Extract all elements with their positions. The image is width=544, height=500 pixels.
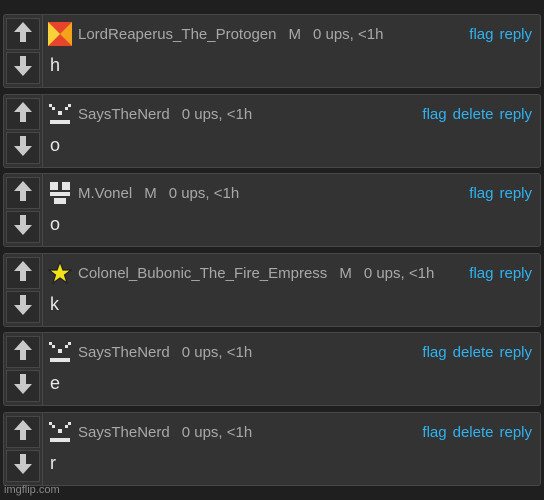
comment-meta: 0 ups, <1h	[312, 25, 384, 43]
username[interactable]: Colonel_Bubonic_The_Fire_Empress	[78, 265, 327, 282]
delete-link[interactable]: delete	[453, 106, 494, 123]
avatar[interactable]	[48, 420, 72, 444]
comment-meta: 0 ups, <1h	[181, 423, 253, 441]
mod-badge: M	[144, 184, 157, 202]
username[interactable]: SaysTheNerd	[78, 424, 170, 441]
flag-link[interactable]: flag	[469, 265, 493, 282]
comment-header: LordReaperus_The_Protogen M 0 ups, <1h f…	[48, 22, 532, 46]
username[interactable]: SaysTheNerd	[78, 344, 170, 361]
watermark: imgflip.com	[4, 484, 60, 496]
arrow-up-icon	[13, 419, 33, 446]
downvote-button[interactable]	[6, 211, 40, 243]
avatar[interactable]	[47, 260, 73, 285]
flag-link[interactable]: flag	[422, 106, 446, 123]
comment-text: e	[50, 373, 61, 393]
downvote-button[interactable]	[6, 52, 40, 84]
vote-column	[4, 174, 43, 246]
comment-text: o	[50, 135, 61, 155]
upvote-button[interactable]	[6, 177, 40, 209]
vote-column	[4, 413, 43, 485]
username[interactable]: LordReaperus_The_Protogen	[78, 26, 276, 43]
comment: Colonel_Bubonic_The_Fire_Empress M 0 ups…	[3, 253, 541, 327]
avatar[interactable]	[48, 181, 72, 205]
comment-meta: 0 ups, <1h	[181, 343, 253, 361]
arrow-down-icon	[13, 135, 33, 162]
arrow-down-icon	[13, 373, 33, 400]
arrow-down-icon	[13, 214, 33, 241]
reply-link[interactable]: reply	[499, 26, 532, 43]
upvote-button[interactable]	[6, 336, 40, 368]
downvote-button[interactable]	[6, 370, 40, 402]
reply-link[interactable]: reply	[499, 424, 532, 441]
comment-actions: flag delete reply	[422, 106, 532, 123]
comment-meta: 0 ups, <1h	[181, 105, 253, 123]
username[interactable]: SaysTheNerd	[78, 106, 170, 123]
flag-link[interactable]: flag	[469, 26, 493, 43]
vote-column	[4, 95, 43, 167]
comment-text: k	[50, 294, 59, 314]
flag-link[interactable]: flag	[422, 424, 446, 441]
reply-link[interactable]: reply	[499, 106, 532, 123]
flag-link[interactable]: flag	[422, 344, 446, 361]
delete-link[interactable]: delete	[453, 344, 494, 361]
upvote-button[interactable]	[6, 98, 40, 130]
delete-link[interactable]: delete	[453, 424, 494, 441]
comment-actions: flag delete reply	[422, 424, 532, 441]
arrow-up-icon	[13, 180, 33, 207]
arrow-down-icon	[13, 55, 33, 82]
reply-link[interactable]: reply	[499, 185, 532, 202]
downvote-button[interactable]	[6, 450, 40, 482]
comment: LordReaperus_The_Protogen M 0 ups, <1h f…	[3, 14, 541, 88]
arrow-up-icon	[13, 339, 33, 366]
comment: M.Vonel M 0 ups, <1h flag reply o	[3, 173, 541, 247]
comment: SaysTheNerd 0 ups, <1h flag delete reply o	[3, 94, 541, 168]
avatar[interactable]	[48, 102, 72, 126]
reply-link[interactable]: reply	[499, 265, 532, 282]
upvote-button[interactable]	[6, 416, 40, 448]
comment-actions: flag reply	[469, 26, 532, 43]
username[interactable]: M.Vonel	[78, 185, 132, 202]
arrow-up-icon	[13, 101, 33, 128]
vote-column	[4, 254, 43, 326]
comment-text: o	[50, 214, 61, 234]
flag-link[interactable]: flag	[469, 185, 493, 202]
arrow-up-icon	[13, 21, 33, 48]
comment-text: h	[50, 55, 61, 75]
comment-header: Colonel_Bubonic_The_Fire_Empress M 0 ups…	[47, 260, 532, 285]
reply-link[interactable]: reply	[499, 344, 532, 361]
comment: SaysTheNerd 0 ups, <1h flag delete reply e	[3, 332, 541, 406]
comment-header: SaysTheNerd 0 ups, <1h flag delete reply	[48, 102, 532, 126]
avatar[interactable]	[48, 22, 72, 46]
comment-actions: flag reply	[469, 265, 532, 282]
mod-badge: M	[288, 25, 301, 43]
vote-column	[4, 333, 43, 405]
arrow-up-icon	[13, 260, 33, 287]
arrow-down-icon	[13, 453, 33, 480]
comment-actions: flag delete reply	[422, 344, 532, 361]
comment-header: M.Vonel M 0 ups, <1h flag reply	[48, 181, 532, 205]
upvote-button[interactable]	[6, 257, 40, 289]
comment-meta: 0 ups, <1h	[363, 264, 435, 282]
mod-badge: M	[339, 264, 352, 282]
comment: SaysTheNerd 0 ups, <1h flag delete reply r	[3, 412, 541, 486]
vote-column	[4, 15, 43, 87]
upvote-button[interactable]	[6, 18, 40, 50]
arrow-down-icon	[13, 294, 33, 321]
comment-header: SaysTheNerd 0 ups, <1h flag delete reply	[48, 340, 532, 364]
comment-actions: flag reply	[469, 185, 532, 202]
comment-text: r	[50, 453, 56, 473]
avatar[interactable]	[48, 340, 72, 364]
downvote-button[interactable]	[6, 132, 40, 164]
comment-header: SaysTheNerd 0 ups, <1h flag delete reply	[48, 420, 532, 444]
downvote-button[interactable]	[6, 291, 40, 323]
comment-meta: 0 ups, <1h	[168, 184, 240, 202]
